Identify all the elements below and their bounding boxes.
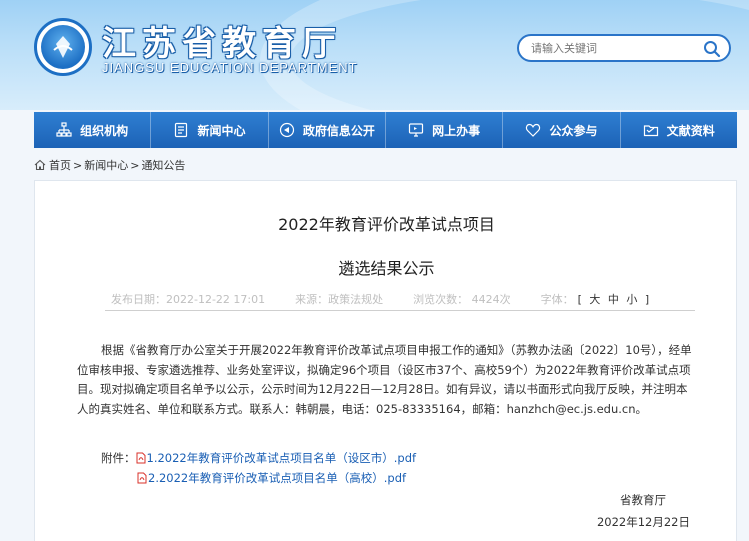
attachment-row: 附件： 1.2022年教育评价改革试点项目名单（设区市）.pdf bbox=[101, 448, 416, 468]
font-small-button[interactable]: 小 bbox=[626, 293, 637, 306]
nav-label-docs: 文献资料 bbox=[666, 123, 715, 138]
heart-icon bbox=[526, 123, 541, 137]
pdf-icon bbox=[136, 452, 145, 464]
search-box bbox=[517, 34, 731, 62]
breadcrumb-notice[interactable]: 通知公告 bbox=[141, 157, 185, 173]
nav-item-docs[interactable]: 文献资料 bbox=[621, 112, 737, 148]
home-icon bbox=[34, 159, 46, 171]
pdf-icon bbox=[137, 472, 147, 484]
search-icon[interactable] bbox=[703, 40, 721, 58]
logo-emblem-icon[interactable] bbox=[34, 18, 92, 76]
search-input[interactable] bbox=[531, 39, 701, 57]
view-count: 浏览次数： 4424次 bbox=[413, 292, 511, 306]
font-size-controls: [ 大 中 小 ] bbox=[576, 291, 652, 307]
font-size-bracket-open: [ bbox=[577, 292, 582, 306]
font-medium-button[interactable]: 中 bbox=[608, 293, 619, 306]
article-container: 2022年教育评价改革试点项目 遴选结果公示 发布日期：2022-12-22 1… bbox=[34, 180, 737, 541]
main-nav: 组织机构 新闻中心 政府信息公开 网上办事 公众参与 文献资料 bbox=[34, 112, 737, 148]
breadcrumb-sep: > bbox=[73, 158, 83, 172]
document-icon bbox=[175, 122, 188, 138]
font-size-label: 字体： bbox=[540, 292, 574, 306]
nav-item-info[interactable]: 政府信息公开 bbox=[269, 112, 386, 148]
monitor-icon bbox=[409, 123, 424, 137]
folder-icon bbox=[643, 125, 658, 137]
breadcrumb-sep: > bbox=[130, 158, 140, 172]
breadcrumb-news[interactable]: 新闻中心 bbox=[84, 157, 128, 173]
nav-item-online[interactable]: 网上办事 bbox=[386, 112, 504, 148]
font-size-bracket-close: ] bbox=[644, 292, 650, 306]
nav-label-news: 新闻中心 bbox=[197, 123, 246, 138]
attachment-link-1[interactable]: 1.2022年教育评价改革试点项目名单（设区市）.pdf bbox=[147, 448, 417, 468]
article-source: 来源：政策法规处 bbox=[295, 292, 384, 306]
nav-label-public: 公众参与 bbox=[549, 123, 598, 138]
org-chart-icon bbox=[56, 122, 72, 137]
speaker-icon bbox=[279, 122, 294, 138]
font-large-button[interactable]: 大 bbox=[589, 293, 600, 306]
site-header: 江苏省教育厅 JIANGSU EDUCATION DEPARTMENT bbox=[0, 0, 749, 110]
site-title-cn[interactable]: 江苏省教育厅 bbox=[102, 16, 342, 65]
attachments: 附件： 1.2022年教育评价改革试点项目名单（设区市）.pdf 2.2022年… bbox=[101, 448, 416, 488]
article-body: 根据《省教育厅办公室关于开展2022年教育评价改革试点项目申报工作的通知》（苏教… bbox=[77, 343, 692, 416]
nav-label-info: 政府信息公开 bbox=[302, 123, 375, 138]
breadcrumb: 首页 > 新闻中心 > 通知公告 bbox=[34, 156, 185, 174]
publish-date: 发布日期：2022-12-22 17:01 bbox=[111, 292, 266, 306]
nav-item-news[interactable]: 新闻中心 bbox=[151, 112, 269, 148]
nav-label-org: 组织机构 bbox=[80, 123, 129, 138]
attachment-label: 附件： bbox=[101, 451, 136, 465]
attachment-row: 2.2022年教育评价改革试点项目名单（高校）.pdf bbox=[137, 468, 416, 488]
article-title-line1: 2022年教育评价改革试点项目 bbox=[278, 215, 495, 234]
nav-item-org[interactable]: 组织机构 bbox=[34, 112, 152, 148]
nav-item-public[interactable]: 公众参与 bbox=[503, 112, 621, 148]
site-title-en: JIANGSU EDUCATION DEPARTMENT bbox=[102, 60, 358, 75]
article-title-line2: 遴选结果公示 bbox=[338, 259, 435, 278]
breadcrumb-home[interactable]: 首页 bbox=[49, 157, 71, 173]
article-meta: 发布日期：2022-12-22 17:01 来源：政策法规处 浏览次数： 442… bbox=[105, 287, 695, 311]
nav-label-online: 网上办事 bbox=[432, 123, 481, 138]
article-date: 2022年12月22日 bbox=[596, 515, 690, 529]
attachment-link-2[interactable]: 2.2022年教育评价改革试点项目名单（高校）.pdf bbox=[148, 468, 406, 488]
article-signature: 省教育厅 bbox=[620, 493, 666, 507]
